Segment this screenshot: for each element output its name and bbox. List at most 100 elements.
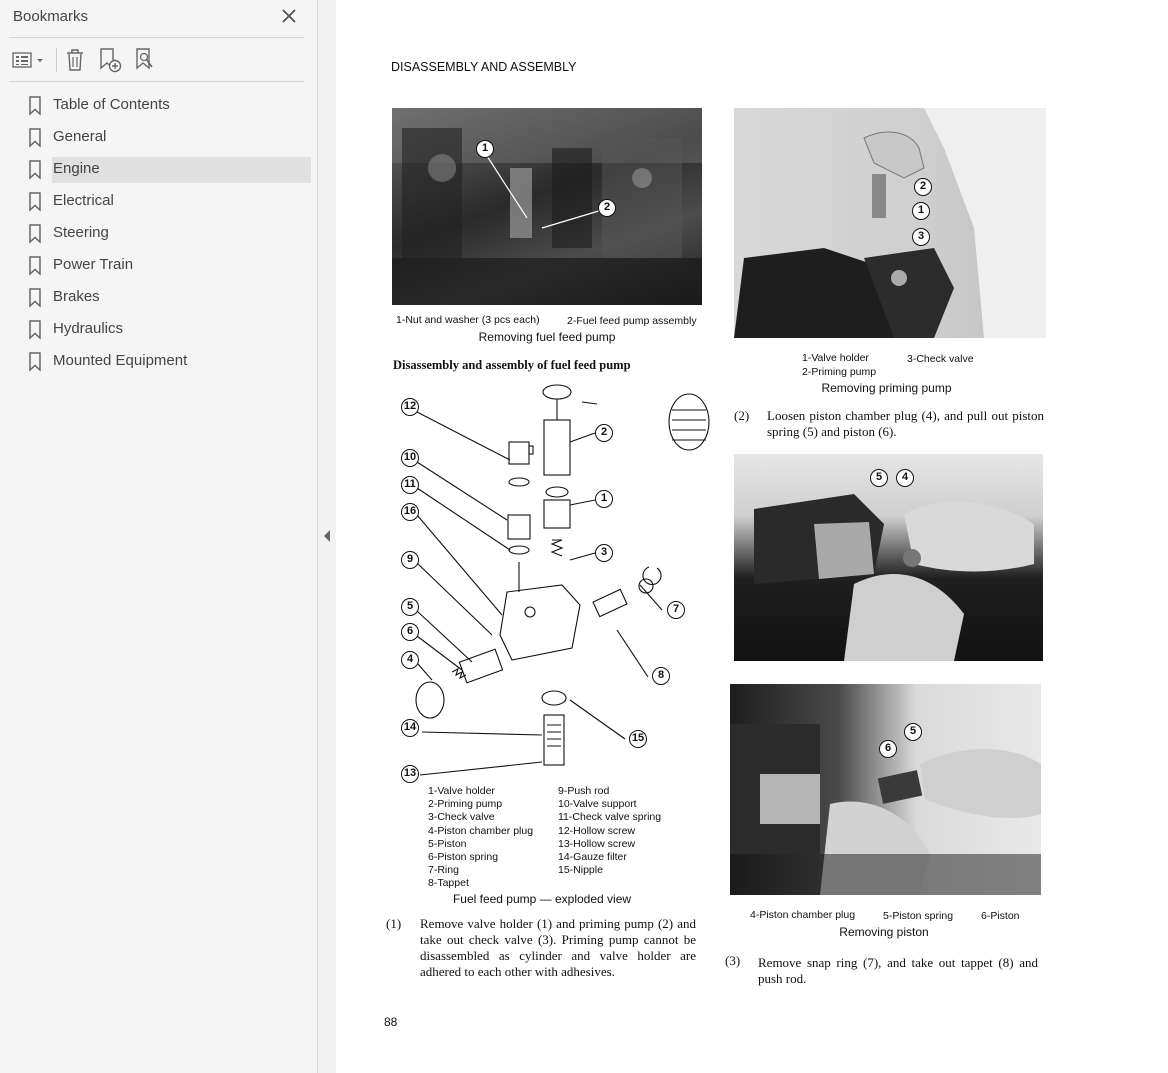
bookmark-icon xyxy=(29,192,41,212)
fig4-title: Removing piston xyxy=(839,925,929,939)
fuel-pump-photo: 1 2 xyxy=(392,108,702,305)
section-title: Disassembly and assembly of fuel feed pu… xyxy=(393,358,631,372)
fig1-title: Removing fuel feed pump xyxy=(478,330,616,344)
exploded-view-title: Fuel feed pump — exploded view xyxy=(452,892,632,906)
callout-1: 1 xyxy=(912,202,930,220)
callout-11: 11 xyxy=(401,476,419,494)
fig2-caption-a: 1-Valve holder xyxy=(802,352,869,364)
bookmark-icon xyxy=(29,128,41,148)
part-item: 11-Check valve spring xyxy=(558,811,662,824)
exploded-view-diagram: 12 10 11 16 9 5 6 4 14 13 2 1 3 7 8 15 xyxy=(392,380,712,785)
callout-16: 16 xyxy=(401,503,419,521)
divider xyxy=(9,81,304,82)
bookmark-general[interactable]: General xyxy=(0,123,317,155)
part-item: 4-Piston chamber plug xyxy=(428,824,534,837)
bookmark-power-train[interactable]: Power Train xyxy=(0,251,317,283)
callout-2: 2 xyxy=(598,199,616,217)
bookmark-icon xyxy=(29,160,41,180)
exploded-view-drawing xyxy=(415,384,710,776)
callout-6: 6 xyxy=(401,623,419,641)
bookmark-label: Power Train xyxy=(53,256,134,273)
callout-3: 3 xyxy=(595,544,613,562)
page-heading: DISASSEMBLY AND ASSEMBLY xyxy=(391,60,577,74)
bookmark-list: Table of Contents General Engine Electri… xyxy=(0,91,317,379)
callout-15: 15 xyxy=(629,730,647,748)
bookmark-label: Steering xyxy=(53,224,109,241)
fig2-title: Removing priming pump xyxy=(821,381,952,395)
step-number: (1) xyxy=(386,916,402,931)
callout-9: 9 xyxy=(401,551,419,569)
new-bookmark-icon[interactable] xyxy=(96,44,124,76)
panel-title: Bookmarks xyxy=(13,8,89,25)
part-item: 3-Check valve xyxy=(428,811,495,824)
delete-bookmark-icon[interactable] xyxy=(62,44,88,76)
piston-plug-photo: 5 4 xyxy=(734,454,1043,661)
bookmark-steering[interactable]: Steering xyxy=(0,219,317,251)
fig4-caption-part3: 6-Piston xyxy=(981,910,1020,922)
part-item: 1-Valve holder xyxy=(428,785,495,797)
part-item: 12-Hollow screw xyxy=(558,824,636,837)
callout-5: 5 xyxy=(870,469,888,487)
callout-7: 7 xyxy=(667,601,685,619)
bookmark-label: Mounted Equipment xyxy=(53,352,188,369)
part-item: 14-Gauze filter xyxy=(558,851,627,864)
callout-5: 5 xyxy=(401,598,419,616)
bookmark-icon xyxy=(29,288,41,308)
bookmark-table-of-contents[interactable]: Table of Contents xyxy=(0,91,317,123)
close-icon[interactable] xyxy=(280,7,298,25)
part-item: 15-Nipple xyxy=(558,864,603,877)
callout-2: 2 xyxy=(914,178,932,196)
part-item: 5-Piston xyxy=(428,837,467,850)
bookmark-icon xyxy=(29,256,41,276)
find-bookmark-icon[interactable] xyxy=(132,44,158,76)
fig2-caption-c: 2-Priming pump xyxy=(802,366,877,378)
bookmark-hydraulics[interactable]: Hydraulics xyxy=(0,315,317,347)
options-list-icon[interactable] xyxy=(9,44,49,76)
bookmark-label: Engine xyxy=(53,160,100,177)
fig4-caption-part1: 4-Piston chamber plug xyxy=(750,909,856,921)
part-item: 7-Ring xyxy=(428,864,459,877)
bookmark-mounted-equipment[interactable]: Mounted Equipment xyxy=(0,347,317,379)
bookmark-label: Hydraulics xyxy=(53,320,124,337)
bookmarks-panel: Bookmarks Table of Contents General Engi… xyxy=(0,0,317,1073)
bookmark-brakes[interactable]: Brakes xyxy=(0,283,317,315)
callout-14: 14 xyxy=(401,719,419,737)
fig2-caption-b: 3-Check valve xyxy=(907,353,974,365)
part-item: 10-Valve support xyxy=(558,798,637,811)
callout-12: 12 xyxy=(401,398,419,416)
fig4-caption-part2: 5-Piston spring xyxy=(883,910,954,922)
step-text: Remove snap ring (7), and take out tappe… xyxy=(758,955,1038,986)
step-text: Remove valve holder (1) and priming pump… xyxy=(420,916,696,979)
bookmark-icon xyxy=(29,224,41,244)
part-item: 6-Piston spring xyxy=(428,851,499,864)
toolbar-separator xyxy=(56,48,57,72)
part-item: 8-Tappet xyxy=(428,877,469,890)
removing-piston-photo: 6 5 xyxy=(730,684,1041,895)
bookmark-engine[interactable]: Engine xyxy=(0,155,317,187)
bookmark-label: General xyxy=(53,128,107,145)
callout-3: 3 xyxy=(912,228,930,246)
page-number: 88 xyxy=(384,1015,398,1029)
fig1-caption-part2: 2-Fuel feed pump assembly xyxy=(567,315,697,327)
bookmark-electrical[interactable]: Electrical xyxy=(0,187,317,219)
bookmark-icon xyxy=(29,320,41,340)
divider xyxy=(9,37,304,38)
bookmark-icon xyxy=(29,352,41,372)
callout-1: 1 xyxy=(595,490,613,508)
step-number: (3) xyxy=(725,953,741,968)
callout-8: 8 xyxy=(652,667,670,685)
part-item: 9-Push rod xyxy=(558,785,610,797)
priming-pump-photo: 2 1 3 xyxy=(734,108,1046,338)
callout-10: 10 xyxy=(401,449,419,467)
bookmarks-toolbar xyxy=(0,44,317,76)
bookmark-icon xyxy=(29,96,41,116)
callout-5: 5 xyxy=(904,723,922,741)
parts-list-left: 1-Valve holder 2-Priming pump 3-Check va… xyxy=(428,785,533,891)
step-text: Loosen piston chamber plug (4), and pull… xyxy=(767,408,1044,439)
collapse-arrow-icon[interactable] xyxy=(324,530,330,542)
part-item: 13-Hollow screw xyxy=(558,837,636,850)
panel-splitter[interactable] xyxy=(317,0,336,1073)
part-item: 2-Priming pump xyxy=(428,798,503,811)
document-page: DISASSEMBLY AND ASSEMBLY 1 2 1-Nut and w… xyxy=(336,0,1168,1073)
callout-4: 4 xyxy=(401,651,419,669)
